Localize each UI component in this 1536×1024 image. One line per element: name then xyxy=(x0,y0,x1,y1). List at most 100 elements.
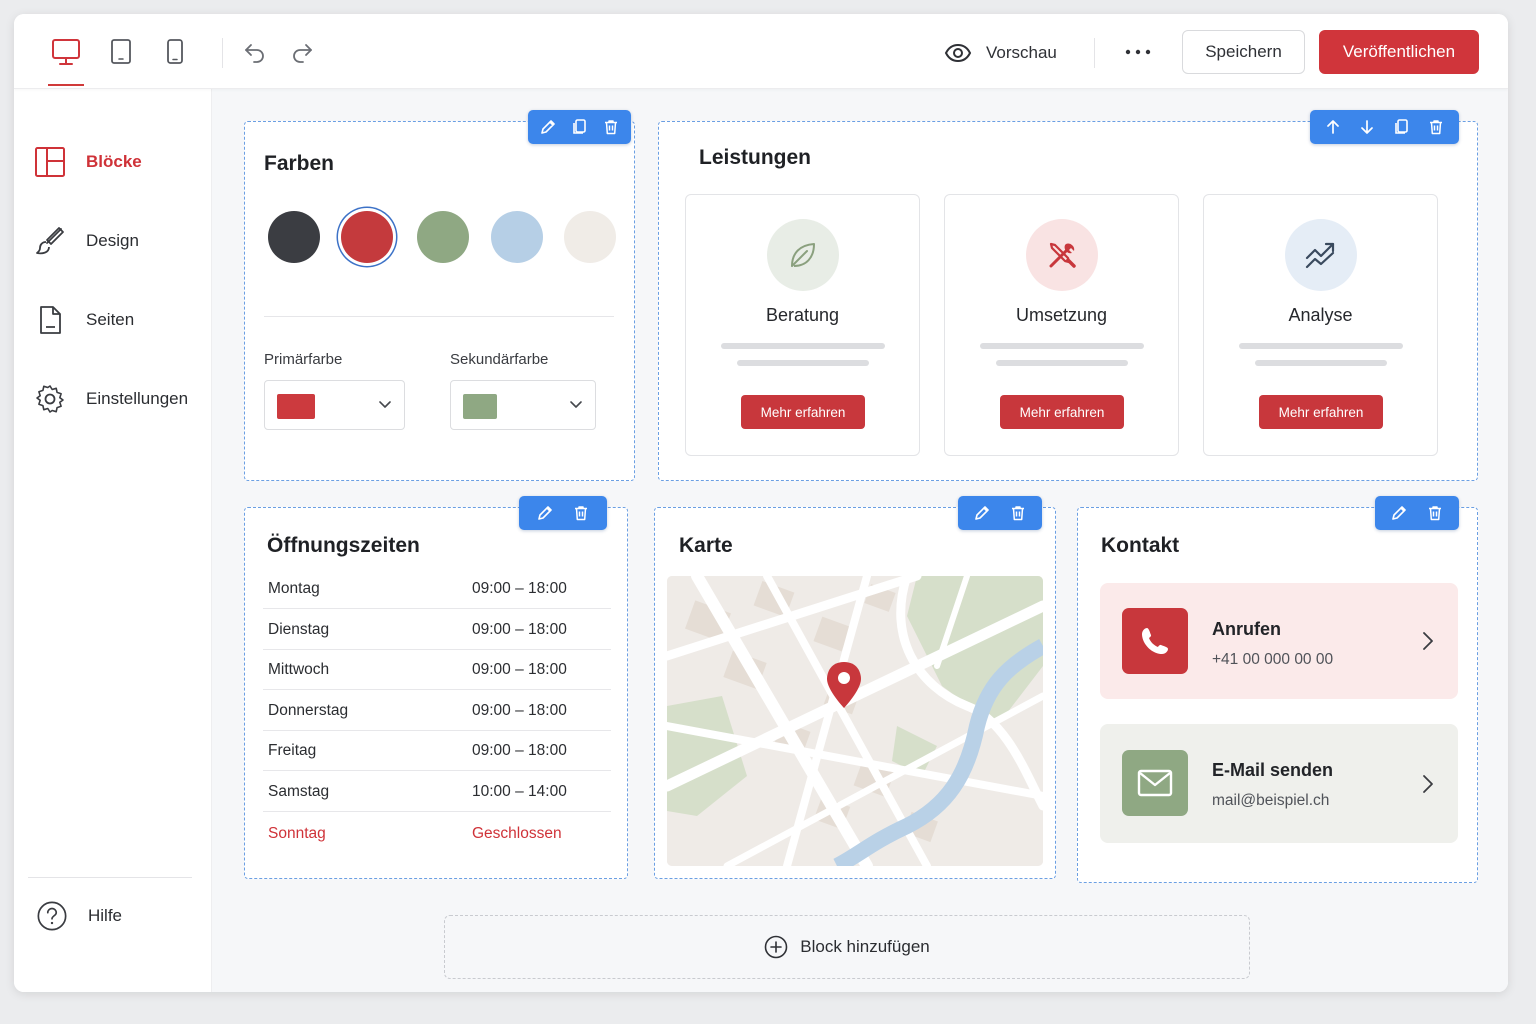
learn-more-button[interactable]: Mehr erfahren xyxy=(741,395,865,429)
sidebar-item-label: Einstellungen xyxy=(86,389,189,408)
gear-icon xyxy=(34,383,66,415)
preview-button[interactable]: Vorschau xyxy=(944,36,1057,70)
editor-window: Vorschau Speichern Veröffentlichen Blöck… xyxy=(14,14,1508,992)
placeholder-line xyxy=(996,360,1128,366)
service-card: Beratung Mehr erfahren xyxy=(685,194,920,456)
arrow-up-icon xyxy=(1327,120,1340,134)
hours-row: Donnerstag 09:00 – 18:00 xyxy=(263,690,611,731)
day-label: Mittwoch xyxy=(268,661,330,678)
service-card: Analyse Mehr erfahren xyxy=(1203,194,1438,456)
trash-icon xyxy=(575,506,588,521)
learn-more-button[interactable]: Mehr erfahren xyxy=(1259,395,1383,429)
more-options-button[interactable] xyxy=(1122,38,1154,66)
primary-color-label: Primärfarbe xyxy=(264,351,343,368)
service-name: Umsetzung xyxy=(1015,305,1108,325)
undo-button[interactable] xyxy=(241,38,269,66)
block-toolbar xyxy=(1310,110,1459,144)
time-label: 09:00 – 18:00 xyxy=(472,621,567,638)
mail-icon xyxy=(1122,750,1188,816)
learn-more-button[interactable]: Mehr erfahren xyxy=(1000,395,1124,429)
color-swatch[interactable] xyxy=(268,211,320,263)
day-label: Montag xyxy=(268,580,320,597)
edit-button[interactable] xyxy=(534,502,556,524)
email-card[interactable]: E-Mail senden mail@beispiel.ch xyxy=(1100,724,1458,843)
hours-row: Samstag 10:00 – 14:00 xyxy=(263,771,611,812)
desktop-view-button[interactable] xyxy=(48,34,84,86)
opening-hours-block[interactable]: Öffnungszeiten Montag 09:00 – 18:00 Dien… xyxy=(244,496,628,879)
move-down-button[interactable] xyxy=(1356,116,1378,138)
edit-button[interactable] xyxy=(537,116,559,138)
block-title: Karte xyxy=(679,534,733,557)
save-button[interactable]: Speichern xyxy=(1182,30,1305,74)
block-title: Öffnungszeiten xyxy=(267,534,420,557)
move-up-button[interactable] xyxy=(1322,116,1344,138)
delete-button[interactable] xyxy=(1007,502,1029,524)
placeholder-line xyxy=(1255,360,1387,366)
eye-icon xyxy=(944,43,972,63)
block-toolbar xyxy=(1375,496,1459,530)
call-title: Anrufen xyxy=(1212,619,1281,639)
sidebar-item-settings[interactable]: Einstellungen xyxy=(34,381,188,417)
tools-icon xyxy=(1026,219,1098,291)
hours-row: Mittwoch 09:00 – 18:00 xyxy=(263,649,611,690)
undo-icon xyxy=(245,44,264,63)
add-block-button[interactable]: Block hinzufügen xyxy=(444,915,1250,979)
secondary-color-select[interactable] xyxy=(450,380,596,430)
tablet-view-button[interactable] xyxy=(103,34,139,70)
copy-icon xyxy=(1394,119,1408,134)
contact-block[interactable]: Kontakt Anrufen +41 00 000 00 00 E-Mail … xyxy=(1077,496,1478,883)
publish-button[interactable]: Veröffentlichen xyxy=(1319,30,1479,74)
time-label: 10:00 – 14:00 xyxy=(472,783,567,800)
chevron-right-icon xyxy=(1423,775,1433,793)
block-title: Kontakt xyxy=(1101,534,1180,557)
delete-button[interactable] xyxy=(570,502,592,524)
primary-color-select[interactable] xyxy=(264,380,405,430)
sidebar-item-pages[interactable]: Seiten xyxy=(34,302,134,338)
services-block[interactable]: Leistungen Beratung Mehr erfahren Umsetz… xyxy=(658,110,1478,481)
trash-icon xyxy=(1428,506,1441,521)
map-view[interactable] xyxy=(667,576,1043,866)
colors-block[interactable]: Farben Primärfarbe Sekundärfarbe xyxy=(244,110,635,481)
trash-icon xyxy=(1429,120,1442,135)
day-label: Freitag xyxy=(268,742,317,759)
pencil-icon xyxy=(975,506,990,520)
map-block[interactable]: Karte xyxy=(654,496,1056,879)
color-swatch[interactable] xyxy=(491,211,543,263)
delete-button[interactable] xyxy=(1425,116,1447,138)
color-swatch-selected[interactable] xyxy=(341,211,393,263)
color-chip xyxy=(277,394,315,419)
more-dots-icon xyxy=(1125,49,1151,55)
placeholder-line xyxy=(721,343,885,349)
delete-button[interactable] xyxy=(1424,502,1446,524)
divider xyxy=(264,316,614,317)
time-label: Geschlossen xyxy=(472,825,562,842)
arrow-down-icon xyxy=(1361,120,1374,134)
email-title: E-Mail senden xyxy=(1212,760,1334,780)
help-button[interactable]: Hilfe xyxy=(36,898,122,934)
day-label: Dienstag xyxy=(268,621,330,638)
sidebar-item-blocks[interactable]: Blöcke xyxy=(34,144,142,180)
time-label: 09:00 – 18:00 xyxy=(472,580,567,597)
color-swatch[interactable] xyxy=(564,211,616,263)
color-swatch[interactable] xyxy=(417,211,469,263)
duplicate-button[interactable] xyxy=(1391,116,1413,138)
call-card[interactable]: Anrufen +41 00 000 00 00 xyxy=(1100,583,1458,699)
color-chip xyxy=(463,394,497,419)
edit-button[interactable] xyxy=(971,502,993,524)
duplicate-button[interactable] xyxy=(569,116,591,138)
time-label: 09:00 – 18:00 xyxy=(472,661,567,678)
service-name: Analyse xyxy=(1288,305,1353,325)
phone-number: +41 00 000 00 00 xyxy=(1212,651,1334,668)
redo-button[interactable] xyxy=(288,38,316,66)
delete-button[interactable] xyxy=(600,116,622,138)
help-icon xyxy=(36,900,68,932)
block-toolbar xyxy=(528,110,631,144)
placeholder-line xyxy=(737,360,869,366)
edit-button[interactable] xyxy=(1388,502,1410,524)
mobile-view-button[interactable] xyxy=(157,34,193,70)
phone-icon xyxy=(1122,608,1188,674)
service-card: Umsetzung Mehr erfahren xyxy=(944,194,1179,456)
brush-icon xyxy=(34,225,66,257)
hours-row: Freitag 09:00 – 18:00 xyxy=(263,730,611,771)
sidebar-item-design[interactable]: Design xyxy=(34,223,139,259)
